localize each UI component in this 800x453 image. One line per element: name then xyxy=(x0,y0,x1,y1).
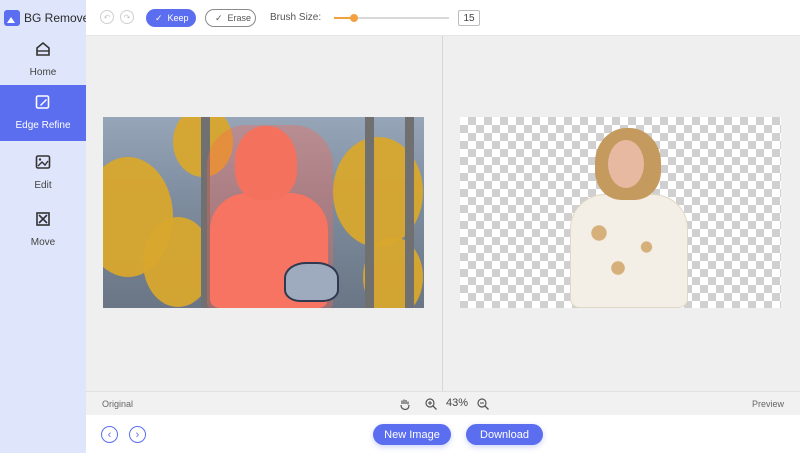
zoom-percentage: 43% xyxy=(446,397,469,409)
undo-icon[interactable]: ↶ xyxy=(100,10,114,24)
decor xyxy=(405,117,414,308)
sidebar-item-edge-refine[interactable]: Edge Refine xyxy=(0,85,86,141)
sidebar-item-edit[interactable]: Edit xyxy=(0,145,86,201)
home-icon xyxy=(32,38,54,60)
preview-image xyxy=(460,117,781,308)
keep-button[interactable]: ✓ Keep xyxy=(146,9,196,27)
move-icon xyxy=(32,208,54,230)
hand-icon[interactable] xyxy=(398,397,412,411)
zoom-in-icon[interactable] xyxy=(424,397,438,411)
sidebar-item-home[interactable]: Home xyxy=(0,32,86,88)
brush-size-label: Brush Size: xyxy=(270,12,322,23)
brush-erase-icon: ✓ xyxy=(215,12,223,23)
brush-size-value[interactable]: 15 xyxy=(458,10,480,26)
image-edit-icon xyxy=(32,151,54,173)
app-brand: BG Remover xyxy=(4,9,93,27)
download-button[interactable]: Download xyxy=(466,424,543,445)
previous-button[interactable]: ‹ xyxy=(101,426,118,443)
zoom-out-icon[interactable] xyxy=(476,397,490,411)
footer: ‹ › New Image Download xyxy=(86,415,800,453)
sidebar-item-label: Edge Refine xyxy=(15,120,71,131)
new-image-button[interactable]: New Image xyxy=(373,424,451,445)
subject-bag xyxy=(284,262,339,302)
sidebar: BG Remover Home Edge Refine Edit Move xyxy=(0,0,93,453)
chevron-right-icon: › xyxy=(135,428,140,441)
app-logo-icon xyxy=(4,10,20,26)
chevron-left-icon: ‹ xyxy=(107,428,112,441)
edge-refine-icon xyxy=(32,91,54,113)
preview-label: Preview xyxy=(751,399,784,409)
canvas-divider xyxy=(442,36,443,391)
preview-subject-face xyxy=(608,140,644,188)
original-label: Original xyxy=(102,399,134,409)
redo-icon[interactable]: ↷ xyxy=(120,10,134,24)
app-window: BG Remover Home Edge Refine Edit Move ↶ … xyxy=(0,0,800,453)
decor xyxy=(365,117,374,308)
next-button[interactable]: › xyxy=(129,426,146,443)
erase-button[interactable]: ✓ Erase xyxy=(205,9,256,27)
zoom-bar: Original 43% Preview xyxy=(86,391,800,415)
brush-check-icon: ✓ xyxy=(155,12,163,23)
slider-thumb[interactable] xyxy=(349,14,358,22)
sidebar-item-label: Home xyxy=(29,67,57,78)
app-title: BG Remover xyxy=(24,11,94,25)
toolbar: ↶ ↷ ✓ Keep ✓ Erase Brush Size: 15 xyxy=(86,0,800,36)
sidebar-item-move[interactable]: Move xyxy=(0,202,86,258)
erase-label: Erase xyxy=(227,13,252,23)
sidebar-item-label: Move xyxy=(30,237,56,248)
keep-label: Keep xyxy=(167,13,189,23)
original-image[interactable] xyxy=(103,117,424,308)
preview-pattern xyxy=(580,212,675,282)
sidebar-item-label: Edit xyxy=(34,180,52,191)
brush-size-slider[interactable] xyxy=(334,14,449,22)
